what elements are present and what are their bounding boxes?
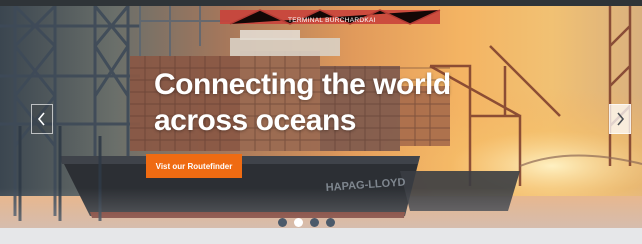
carousel-prev-button[interactable] [31, 104, 53, 134]
hero-headline: Connecting the world across oceans [154, 67, 484, 139]
headline-line-2: across oceans [154, 104, 356, 137]
carousel-dot-1[interactable] [278, 218, 287, 227]
below-hero-strip [0, 228, 642, 244]
hero-carousel: TERMINAL BURCHARDKAI HAPAG-LLOYD Connect… [0, 6, 642, 228]
crane-sign-text: TERMINAL BURCHARDKAI [288, 17, 376, 24]
carousel-dot-3[interactable] [310, 218, 319, 227]
routefinder-button[interactable]: Vist our Routefinder [146, 154, 242, 178]
carousel-dots [278, 218, 335, 227]
carousel-dot-2[interactable] [294, 218, 303, 227]
carousel-dot-4[interactable] [326, 218, 335, 227]
chevron-left-icon [37, 112, 45, 126]
chevron-right-icon [617, 112, 625, 126]
page-frame: TERMINAL BURCHARDKAI HAPAG-LLOYD Connect… [0, 0, 642, 244]
headline-line-1: Connecting the world [154, 68, 451, 101]
carousel-next-button[interactable] [609, 104, 631, 134]
